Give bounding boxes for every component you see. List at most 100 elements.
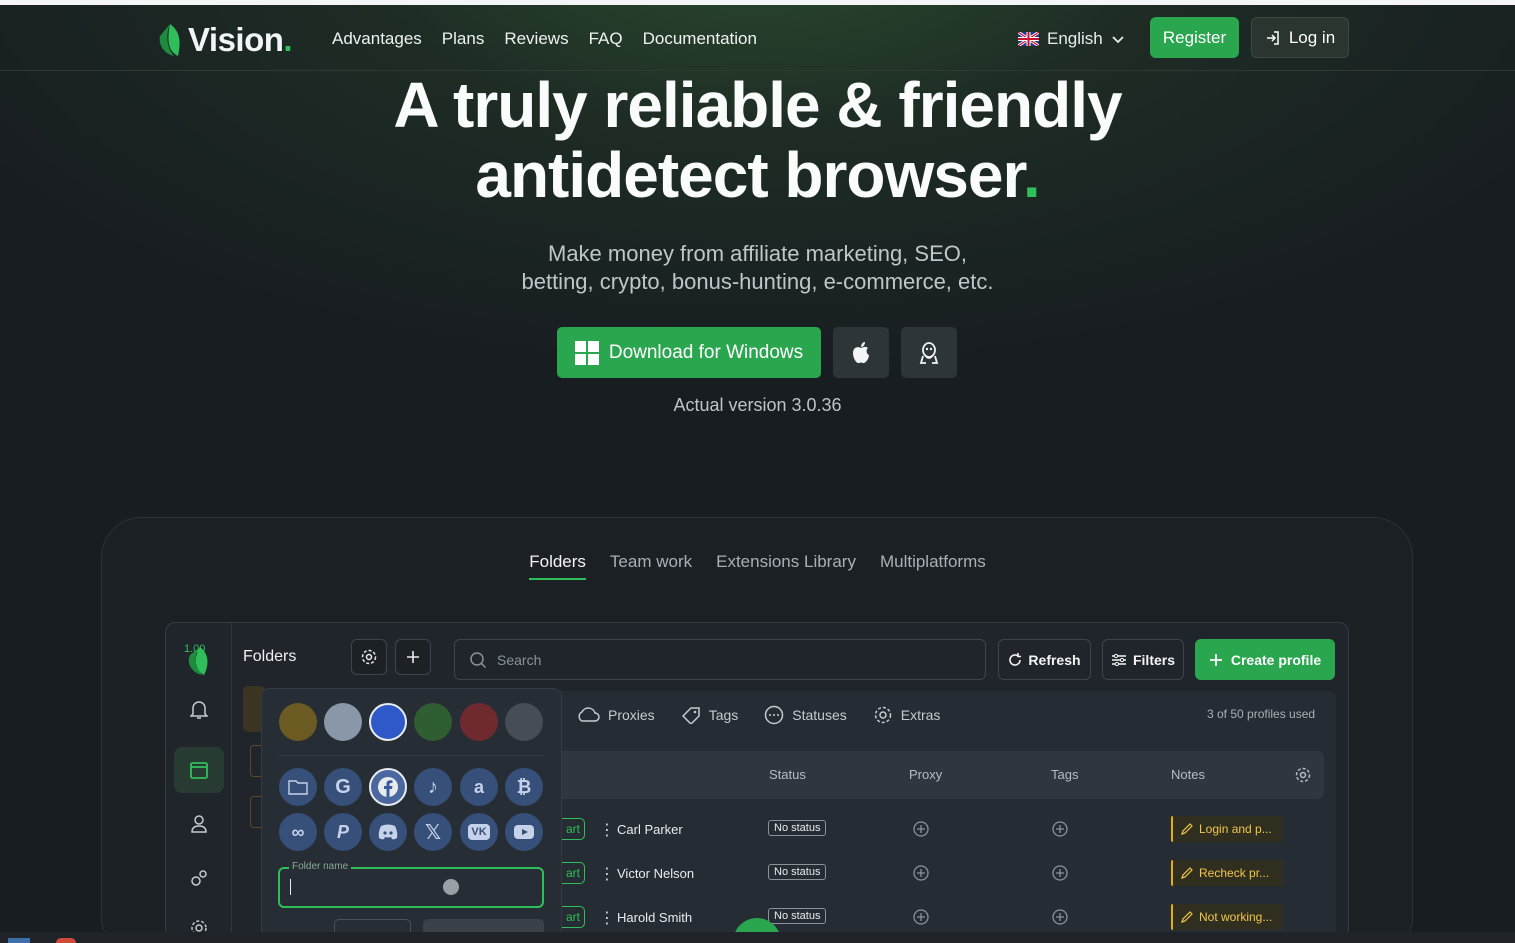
hero-subtitle: Make money from affiliate marketing, SEO… xyxy=(0,240,1515,296)
hero-title-line2-text: antidetect browser xyxy=(475,139,1023,211)
taskbar-app-icon[interactable] xyxy=(8,938,30,943)
download-linux-button[interactable] xyxy=(901,327,957,378)
subtab-extras[interactable]: Extras xyxy=(873,705,941,725)
subtab-proxies[interactable]: Proxies xyxy=(576,705,655,725)
subtab-tags[interactable]: Tags xyxy=(681,705,738,725)
color-swatch[interactable] xyxy=(460,703,498,741)
pencil-icon xyxy=(1181,911,1193,923)
add-tag-icon[interactable] xyxy=(1051,864,1069,882)
table-row[interactable]: art ⋮ Harold Smith No status Not working… xyxy=(560,903,1320,933)
rail-notifications[interactable] xyxy=(174,687,224,733)
color-swatch[interactable] xyxy=(414,703,452,741)
column-status[interactable]: Status xyxy=(769,767,806,782)
color-swatch[interactable] xyxy=(279,703,317,741)
folder-name-input[interactable] xyxy=(278,867,544,908)
status-badge[interactable]: No status xyxy=(768,908,827,924)
filters-button[interactable]: Filters xyxy=(1102,639,1184,680)
color-swatch[interactable] xyxy=(505,703,543,741)
more-options-icon[interactable]: ⋮ xyxy=(599,864,615,884)
folder-icon[interactable] xyxy=(279,768,317,806)
login-button[interactable]: Log in xyxy=(1251,17,1349,58)
refresh-label: Refresh xyxy=(1028,651,1081,668)
vk-icon[interactable]: VK xyxy=(460,813,498,851)
more-options-icon[interactable]: ⋮ xyxy=(599,908,615,928)
bell-icon xyxy=(190,701,208,719)
bitcoin-icon[interactable]: ₿ xyxy=(505,768,543,806)
os-taskbar xyxy=(0,932,1515,943)
rail-team[interactable] xyxy=(174,801,224,847)
nav-advantages[interactable]: Advantages xyxy=(332,29,422,49)
youtube-icon[interactable] xyxy=(505,813,543,851)
nav-faq[interactable]: FAQ xyxy=(589,29,623,49)
google-icon[interactable]: G xyxy=(324,768,362,806)
uk-flag-icon xyxy=(1018,32,1039,46)
facebook-icon[interactable] xyxy=(369,768,407,806)
drag-handle[interactable] xyxy=(443,879,459,895)
hero-title-dot: . xyxy=(1022,139,1041,211)
folder-name-label: Folder name xyxy=(289,861,352,872)
meta-icon[interactable]: ∞ xyxy=(279,813,317,851)
download-macos-button[interactable] xyxy=(833,327,889,378)
start-button[interactable]: art xyxy=(560,818,585,840)
note-badge[interactable]: Not working... xyxy=(1171,904,1283,930)
save-folder-button[interactable] xyxy=(423,919,544,933)
discord-icon[interactable] xyxy=(369,813,407,851)
rail-profiles[interactable] xyxy=(174,747,224,793)
tag-icon xyxy=(681,707,700,724)
note-text: Recheck pr... xyxy=(1199,866,1270,880)
column-notes[interactable]: Notes xyxy=(1171,767,1205,782)
start-button[interactable]: art xyxy=(560,906,585,928)
profile-name: Victor Nelson xyxy=(617,866,695,881)
column-proxy[interactable]: Proxy xyxy=(909,767,942,782)
popover-divider xyxy=(278,755,544,756)
tab-multiplatforms[interactable]: Multiplatforms xyxy=(880,552,986,580)
taskbar-app-icon[interactable] xyxy=(56,938,76,943)
add-tag-icon[interactable] xyxy=(1051,908,1069,926)
rail-automation[interactable] xyxy=(174,855,224,901)
cancel-button[interactable] xyxy=(334,919,411,933)
x-icon[interactable]: 𝕏 xyxy=(414,813,452,851)
subtab-extras-label: Extras xyxy=(900,707,941,723)
more-options-icon[interactable]: ⋮ xyxy=(599,820,615,840)
tab-folders[interactable]: Folders xyxy=(529,552,586,580)
download-windows-button[interactable]: Download for Windows xyxy=(557,327,821,378)
status-badge[interactable]: No status xyxy=(768,820,827,836)
paypal-icon[interactable]: P xyxy=(324,813,362,851)
table-row[interactable]: art ⋮ Carl Parker No status Login and p.… xyxy=(560,815,1320,845)
add-proxy-icon[interactable] xyxy=(912,864,930,882)
table-row[interactable]: art ⋮ Victor Nelson No status Recheck pr… xyxy=(560,859,1320,889)
profile-name: Carl Parker xyxy=(617,822,683,837)
note-badge[interactable]: Recheck pr... xyxy=(1171,860,1283,886)
status-badge[interactable]: No status xyxy=(768,864,827,880)
folder-settings-button[interactable] xyxy=(351,639,387,675)
register-button[interactable]: Register xyxy=(1150,17,1239,58)
add-proxy-icon[interactable] xyxy=(912,908,930,926)
amazon-icon[interactable]: a xyxy=(460,768,498,806)
tab-team-work[interactable]: Team work xyxy=(610,552,692,580)
brand-logo[interactable]: Vision. xyxy=(156,21,293,59)
subtab-statuses[interactable]: Statuses xyxy=(764,705,847,725)
nav-reviews[interactable]: Reviews xyxy=(504,29,568,49)
cloud-icon xyxy=(578,707,600,722)
nav-plans[interactable]: Plans xyxy=(442,29,485,49)
add-tag-icon[interactable] xyxy=(1051,820,1069,838)
tiktok-icon[interactable]: ♪ xyxy=(414,768,452,806)
brand-name: Vision xyxy=(188,21,284,58)
search-input[interactable]: Search xyxy=(454,639,986,680)
create-profile-button[interactable]: Create profile xyxy=(1195,639,1335,680)
nav-documentation[interactable]: Documentation xyxy=(643,29,757,49)
note-text: Not working... xyxy=(1199,910,1273,924)
language-selector[interactable]: English xyxy=(1018,29,1125,49)
column-tags[interactable]: Tags xyxy=(1051,767,1078,782)
tab-extensions-library[interactable]: Extensions Library xyxy=(716,552,856,580)
status-icon xyxy=(765,705,784,725)
color-swatch-selected[interactable] xyxy=(369,703,407,741)
table-settings-icon[interactable] xyxy=(1294,766,1312,784)
app-logo: 1.00 xyxy=(180,633,218,677)
refresh-button[interactable]: Refresh xyxy=(998,639,1091,680)
color-swatch[interactable] xyxy=(324,703,362,741)
note-badge[interactable]: Login and p... xyxy=(1171,816,1283,842)
add-folder-button[interactable] xyxy=(395,639,431,675)
add-proxy-icon[interactable] xyxy=(912,820,930,838)
start-button[interactable]: art xyxy=(560,862,585,884)
